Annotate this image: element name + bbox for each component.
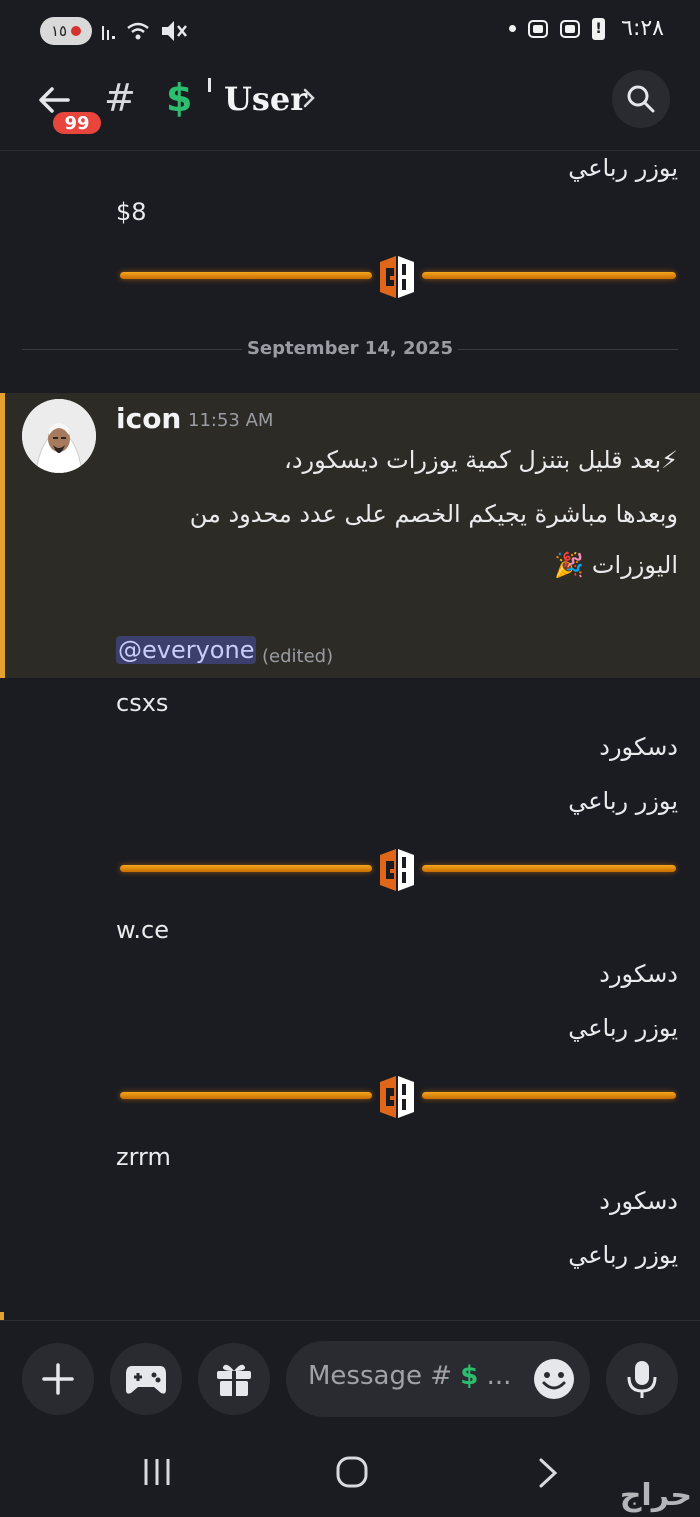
microphone-icon bbox=[627, 1361, 657, 1398]
gh-logo-icon bbox=[380, 849, 414, 891]
signal-icon bbox=[102, 21, 187, 41]
search-icon bbox=[627, 85, 655, 113]
plus-icon bbox=[42, 1363, 74, 1395]
message-line: اليوزرات 🎉 bbox=[554, 551, 678, 579]
gh-logo-icon bbox=[380, 256, 414, 298]
channel-emoji: $ bbox=[166, 76, 193, 120]
message-timestamp: 11:53 AM bbox=[188, 410, 274, 431]
listing-type: يوزر رباعي bbox=[568, 787, 678, 815]
next-message-peek bbox=[0, 1312, 700, 1320]
date-divider-text: September 14, 2025 bbox=[246, 338, 454, 359]
voice-message-button[interactable] bbox=[606, 1343, 678, 1415]
channel-title[interactable]: User bbox=[224, 80, 307, 118]
brand-separator bbox=[116, 256, 680, 298]
brand-separator bbox=[116, 849, 680, 891]
message-author[interactable]: icon bbox=[116, 402, 181, 435]
channel-separator bbox=[208, 78, 211, 92]
status-right-icons: ! ٦:٢٨ bbox=[509, 16, 664, 41]
channel-hash-icon: # bbox=[104, 76, 136, 120]
edited-label: (edited) bbox=[262, 646, 334, 667]
message-composer: Message # $ ... bbox=[0, 1320, 700, 1431]
date-divider: September 14, 2025 bbox=[22, 338, 678, 362]
status-pill: ١٥ bbox=[40, 17, 92, 45]
discord-notification-icon bbox=[528, 19, 549, 38]
listing-name: csxs bbox=[116, 689, 169, 717]
chevron-right-icon[interactable] bbox=[302, 86, 316, 110]
message-placeholder: Message # $ ... bbox=[308, 1361, 512, 1391]
watermark-logo: حراج bbox=[619, 1478, 692, 1513]
clock-time: ٦:٢٨ bbox=[621, 16, 664, 41]
listing-platform: دسكورد bbox=[599, 960, 678, 988]
listing-type: يوزر رباعي bbox=[568, 1014, 678, 1042]
emoji-icon[interactable] bbox=[532, 1357, 576, 1401]
everyone-mention[interactable]: @everyone bbox=[116, 636, 257, 664]
channel-header: 99 # $ User bbox=[0, 62, 700, 151]
unread-badge: 99 bbox=[50, 109, 104, 137]
status-bar: ١٥ ! ٦:٢٨ bbox=[0, 0, 700, 62]
message-input[interactable]: Message # $ ... bbox=[286, 1341, 590, 1417]
search-button[interactable] bbox=[612, 70, 670, 128]
add-attachment-button[interactable] bbox=[22, 1343, 94, 1415]
system-nav-bar: حراج bbox=[0, 1430, 700, 1517]
gh-logo-icon bbox=[380, 1076, 414, 1118]
listing-type: يوزر رباعي bbox=[568, 1241, 678, 1269]
avatar-image bbox=[22, 399, 96, 473]
discord-notification-icon bbox=[560, 19, 581, 38]
gift-icon bbox=[217, 1364, 251, 1396]
mention-highlight bbox=[0, 393, 700, 678]
record-dot-icon bbox=[71, 26, 82, 36]
listing-name: w.ce bbox=[116, 916, 170, 944]
listing-platform: دسكورد bbox=[599, 733, 678, 761]
listing-platform: دسكورد bbox=[599, 1187, 678, 1215]
signal-wifi-mute-icons bbox=[100, 18, 210, 49]
activities-button[interactable] bbox=[110, 1343, 182, 1415]
battery-alert-icon: ! bbox=[592, 17, 606, 40]
message-line: وبعدها مباشرة يجيكم الخصم على عدد محدود … bbox=[189, 500, 678, 528]
notification-dot-icon bbox=[509, 25, 517, 32]
listing-type: يوزر رباعي bbox=[568, 154, 678, 182]
brand-separator bbox=[116, 1076, 680, 1118]
listing-name: zrrm bbox=[116, 1143, 171, 1171]
message-line: ⚡بعد قليل بتنزل كمية يوزرات ديسكورد، bbox=[284, 446, 678, 474]
recent-apps-icon[interactable] bbox=[140, 1456, 174, 1488]
back-nav-icon[interactable] bbox=[536, 1456, 560, 1490]
avatar[interactable] bbox=[22, 399, 96, 473]
status-pill-text: ١٥ bbox=[50, 22, 68, 40]
listing-price: $8 bbox=[116, 198, 147, 226]
gift-button[interactable] bbox=[198, 1343, 270, 1415]
gamepad-icon bbox=[126, 1366, 166, 1394]
home-icon[interactable] bbox=[334, 1454, 370, 1490]
